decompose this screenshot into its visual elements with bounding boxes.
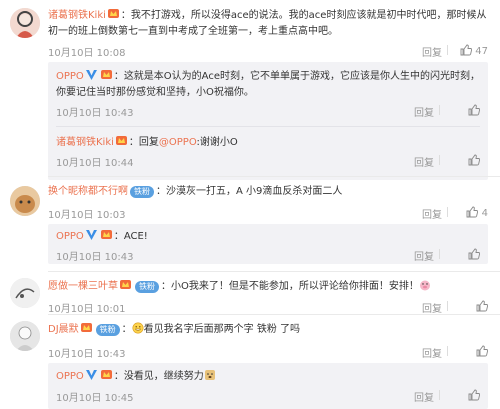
username-link[interactable]: 诸葛钢铁Kiki xyxy=(56,137,114,148)
reply-button[interactable]: 回复 xyxy=(414,154,434,169)
piggy-emoji-icon xyxy=(419,279,431,291)
reply-text: OPPO ：没看见，继续努力 xyxy=(56,368,480,385)
reply-text: OPPO ：ACE! xyxy=(56,228,480,245)
reply-meta: 10月10日 10:45 回复 xyxy=(56,389,481,404)
member-crown-icon xyxy=(107,7,120,20)
timestamp: 10月10日 10:45 xyxy=(56,393,134,404)
reply-button[interactable]: 回复 xyxy=(414,389,434,404)
member-crown-icon xyxy=(100,228,113,241)
divider xyxy=(48,176,500,177)
comment-text: 诸葛钢铁Kiki ：我不打游戏，所以没得ace的说法。我的ace时刻应该就是初中时… xyxy=(48,7,488,40)
reply-meta: 10月10日 10:44 回复 xyxy=(56,154,481,169)
like-button[interactable] xyxy=(448,345,489,358)
reply-body: 谢谢小O xyxy=(199,137,238,148)
reply-meta: 10月10日 10:43 回复 xyxy=(56,248,481,263)
member-crown-icon xyxy=(100,368,113,381)
timestamp: 10月10日 10:43 xyxy=(56,252,134,263)
fan-badge: 铁粉 xyxy=(135,281,159,293)
comment-meta: 10月10日 10:01 回复 xyxy=(48,300,489,315)
like-button[interactable]: 4 xyxy=(448,206,488,219)
like-button[interactable]: 47 xyxy=(448,44,488,57)
avatar[interactable] xyxy=(10,278,40,308)
verified-v-icon xyxy=(85,228,98,241)
reply-button[interactable]: 回复 xyxy=(422,345,442,360)
reply-body: ACE! xyxy=(123,231,148,242)
comment-feed: 诸葛钢铁Kiki ：我不打游戏，所以没得ace的说法。我的ace时刻应该就是初中时… xyxy=(0,0,500,409)
member-crown-icon xyxy=(119,278,132,291)
like-button[interactable] xyxy=(440,248,481,261)
reply-prefix: 回复 xyxy=(138,137,159,148)
reply-text: OPPO ：这就是本O认为的Ace时刻，它不单单属于游戏，它应该是你人生中的闪光时… xyxy=(56,68,480,101)
avatar[interactable] xyxy=(10,186,40,216)
thumbs-up-icon xyxy=(466,206,479,219)
thumbs-up-icon xyxy=(468,154,481,167)
reply-text: 诸葛钢铁Kiki ：回复@OPPO:谢谢小O xyxy=(56,134,480,151)
thumbs-up-icon xyxy=(460,44,473,57)
comment-meta: 10月10日 10:03 回复 4 xyxy=(48,206,488,221)
timestamp: 10月10日 10:44 xyxy=(56,158,134,169)
member-crown-icon xyxy=(115,134,128,147)
reply-button[interactable]: 回复 xyxy=(414,104,434,119)
fan-badge: 铁粉 xyxy=(130,186,154,198)
timestamp: 10月10日 10:43 xyxy=(48,349,126,360)
timestamp: 10月10日 10:03 xyxy=(48,210,126,221)
reply-thread: OPPO ：这就是本O认为的Ace时刻，它不单单属于游戏，它应该是你人生中的闪光时… xyxy=(48,62,488,180)
like-count: 4 xyxy=(481,208,488,219)
reply-thread: OPPO ：ACE! 10月10日 10:43 回复 xyxy=(48,224,488,264)
avatar[interactable] xyxy=(10,8,40,38)
username-link[interactable]: 换个昵称都不行啊 xyxy=(48,186,128,197)
like-button[interactable] xyxy=(440,389,481,402)
thumbs-up-icon xyxy=(468,389,481,402)
avatar[interactable] xyxy=(10,321,40,351)
verified-v-icon xyxy=(85,368,98,381)
grin-emoji-icon xyxy=(132,322,144,334)
like-count: 47 xyxy=(475,46,488,57)
comment-body: 小O我来了！但是不能参加，所以评论给你排面！安排！ xyxy=(171,281,419,292)
divider xyxy=(56,126,480,127)
reply-button[interactable]: 回复 xyxy=(422,206,442,221)
username-link[interactable]: 诸葛钢铁Kiki xyxy=(48,10,106,21)
thumbs-up-icon xyxy=(476,300,489,313)
comment-text: DJ晨默 铁粉：看见我名字后面那两个字 铁粉 了吗 xyxy=(48,321,488,338)
member-crown-icon xyxy=(80,321,93,334)
like-button[interactable] xyxy=(440,104,481,117)
timestamp: 10月10日 10:01 xyxy=(48,304,126,315)
username-link[interactable]: OPPO xyxy=(56,71,84,82)
verified-v-icon xyxy=(85,68,98,81)
comment-text: 愿做一棵三叶草 铁粉 ：小O我来了！但是不能参加，所以评论给你排面！安排！ xyxy=(48,278,488,295)
comment-body: 沙漠灰一打五，A 小9滴血反杀对面二人 xyxy=(166,186,343,197)
reply-body: 没看见，继续努力 xyxy=(123,371,204,382)
username-link[interactable]: DJ晨默 xyxy=(48,324,79,335)
thumbs-up-icon xyxy=(476,345,489,358)
divider xyxy=(48,314,500,315)
like-button[interactable] xyxy=(440,154,481,167)
member-crown-icon xyxy=(100,68,113,81)
username-link[interactable]: OPPO xyxy=(56,371,84,382)
reply-thread: OPPO ：没看见，继续努力 10月10日 10:45 回复 xyxy=(48,363,488,409)
comment-body: 看见我名字后面那两个字 铁粉 了吗 xyxy=(143,324,301,335)
divider xyxy=(48,271,500,272)
reply-meta: 10月10日 10:43 回复 xyxy=(56,104,481,119)
doge-emoji-icon xyxy=(204,369,216,381)
comment-meta: 10月10日 10:08 回复 47 xyxy=(48,44,488,59)
reply-button[interactable]: 回复 xyxy=(422,44,442,59)
like-button[interactable] xyxy=(448,300,489,313)
username-link[interactable]: OPPO xyxy=(56,231,84,242)
username-link[interactable]: 愿做一棵三叶草 xyxy=(48,281,118,292)
reply-button[interactable]: 回复 xyxy=(422,300,442,315)
comment-text: 换个昵称都不行啊 铁粉 ：沙漠灰一打五，A 小9滴血反杀对面二人 xyxy=(48,186,343,198)
timestamp: 10月10日 10:43 xyxy=(56,108,134,119)
timestamp: 10月10日 10:08 xyxy=(48,48,126,59)
reply-button[interactable]: 回复 xyxy=(414,248,434,263)
mention-link[interactable]: @OPPO xyxy=(159,137,197,148)
thumbs-up-icon xyxy=(468,104,481,117)
comment-meta: 10月10日 10:43 回复 xyxy=(48,345,489,360)
fan-badge: 铁粉 xyxy=(95,324,120,336)
thumbs-up-icon xyxy=(468,248,481,261)
